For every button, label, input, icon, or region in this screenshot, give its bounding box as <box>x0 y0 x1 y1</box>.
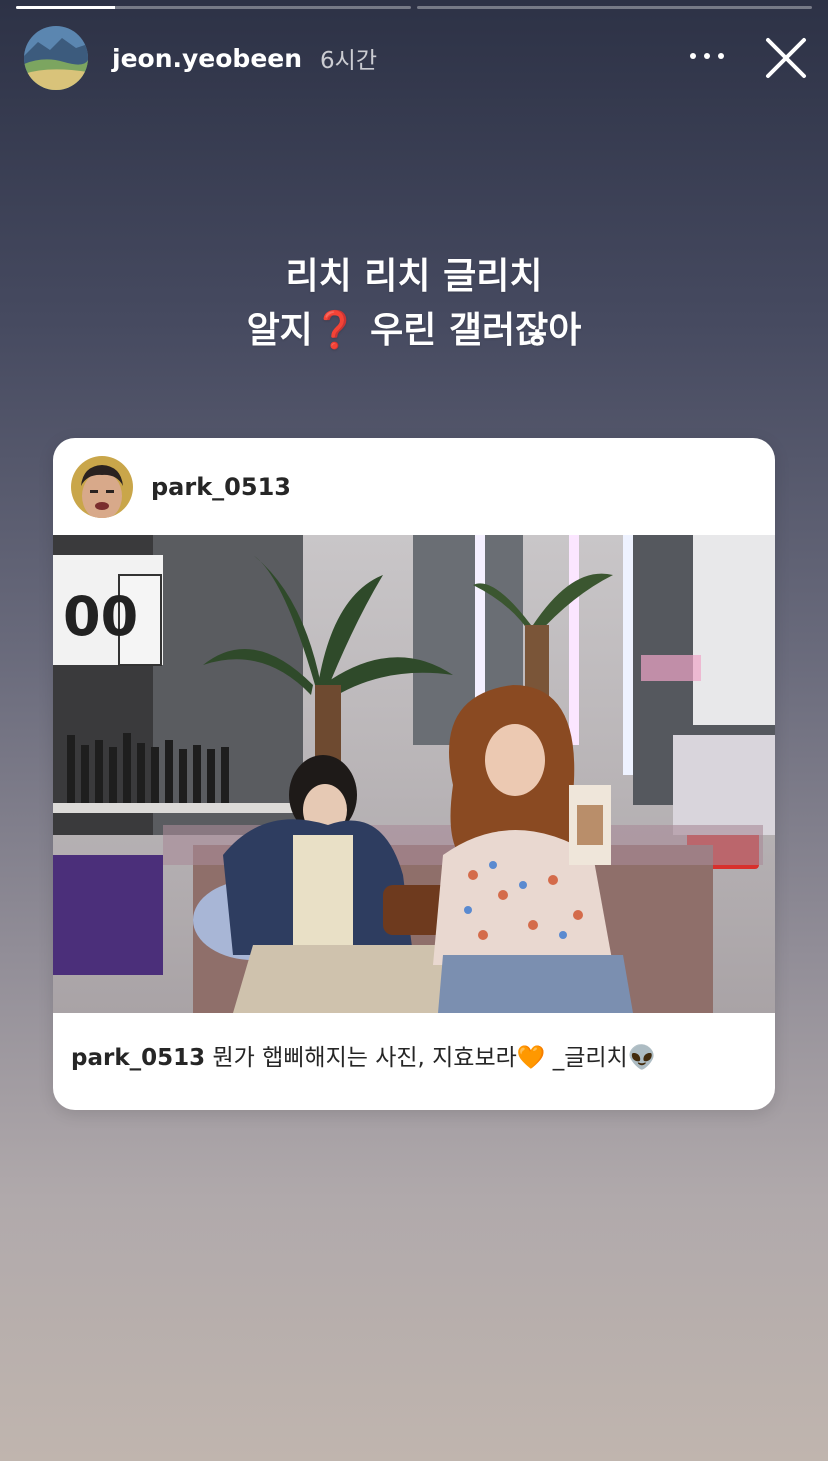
story-header: jeon.yeobeen 6시간 <box>24 26 808 90</box>
shared-post-avatar[interactable] <box>71 455 133 518</box>
shared-post-header: park_0513 <box>53 438 775 535</box>
story-timestamp: 6시간 <box>320 48 377 74</box>
caption-text: 뭔가 햅삐해지는 사진, 지효보라🧡 _글리치👽 <box>212 1045 657 1071</box>
story-text-line-2: 알지❓ 우린 갤러잖아 <box>246 310 582 351</box>
story-text-overlay: 리치 리치 글리치 알지❓ 우린 갤러잖아 <box>0 250 828 358</box>
caption-username[interactable]: park_0513 <box>71 1045 205 1071</box>
story-username[interactable]: jeon.yeobeen <box>112 44 302 73</box>
progress-segment-2 <box>417 6 812 9</box>
profile-face-image <box>71 455 133 518</box>
shared-post-card[interactable]: park_0513 00 park_0513 뭔가 햅삐해지는 사진, 지효보라… <box>53 438 775 1110</box>
profile-landscape-image <box>24 26 88 90</box>
progress-segment-1 <box>16 6 411 9</box>
story-progress-bar <box>16 6 812 10</box>
more-horizontal-icon[interactable] <box>690 44 724 68</box>
post-image: 00 <box>53 535 775 1013</box>
svg-text:00: 00 <box>63 585 138 648</box>
story-text-line-1: 리치 리치 글리치 <box>285 256 543 297</box>
close-icon[interactable] <box>764 36 808 80</box>
shared-post-caption: park_0513 뭔가 햅삐해지는 사진, 지효보라🧡 _글리치👽 <box>71 1038 757 1072</box>
shared-post-photo[interactable]: 00 <box>53 535 775 1013</box>
avatar[interactable] <box>24 26 88 90</box>
shared-post-username[interactable]: park_0513 <box>151 473 291 501</box>
